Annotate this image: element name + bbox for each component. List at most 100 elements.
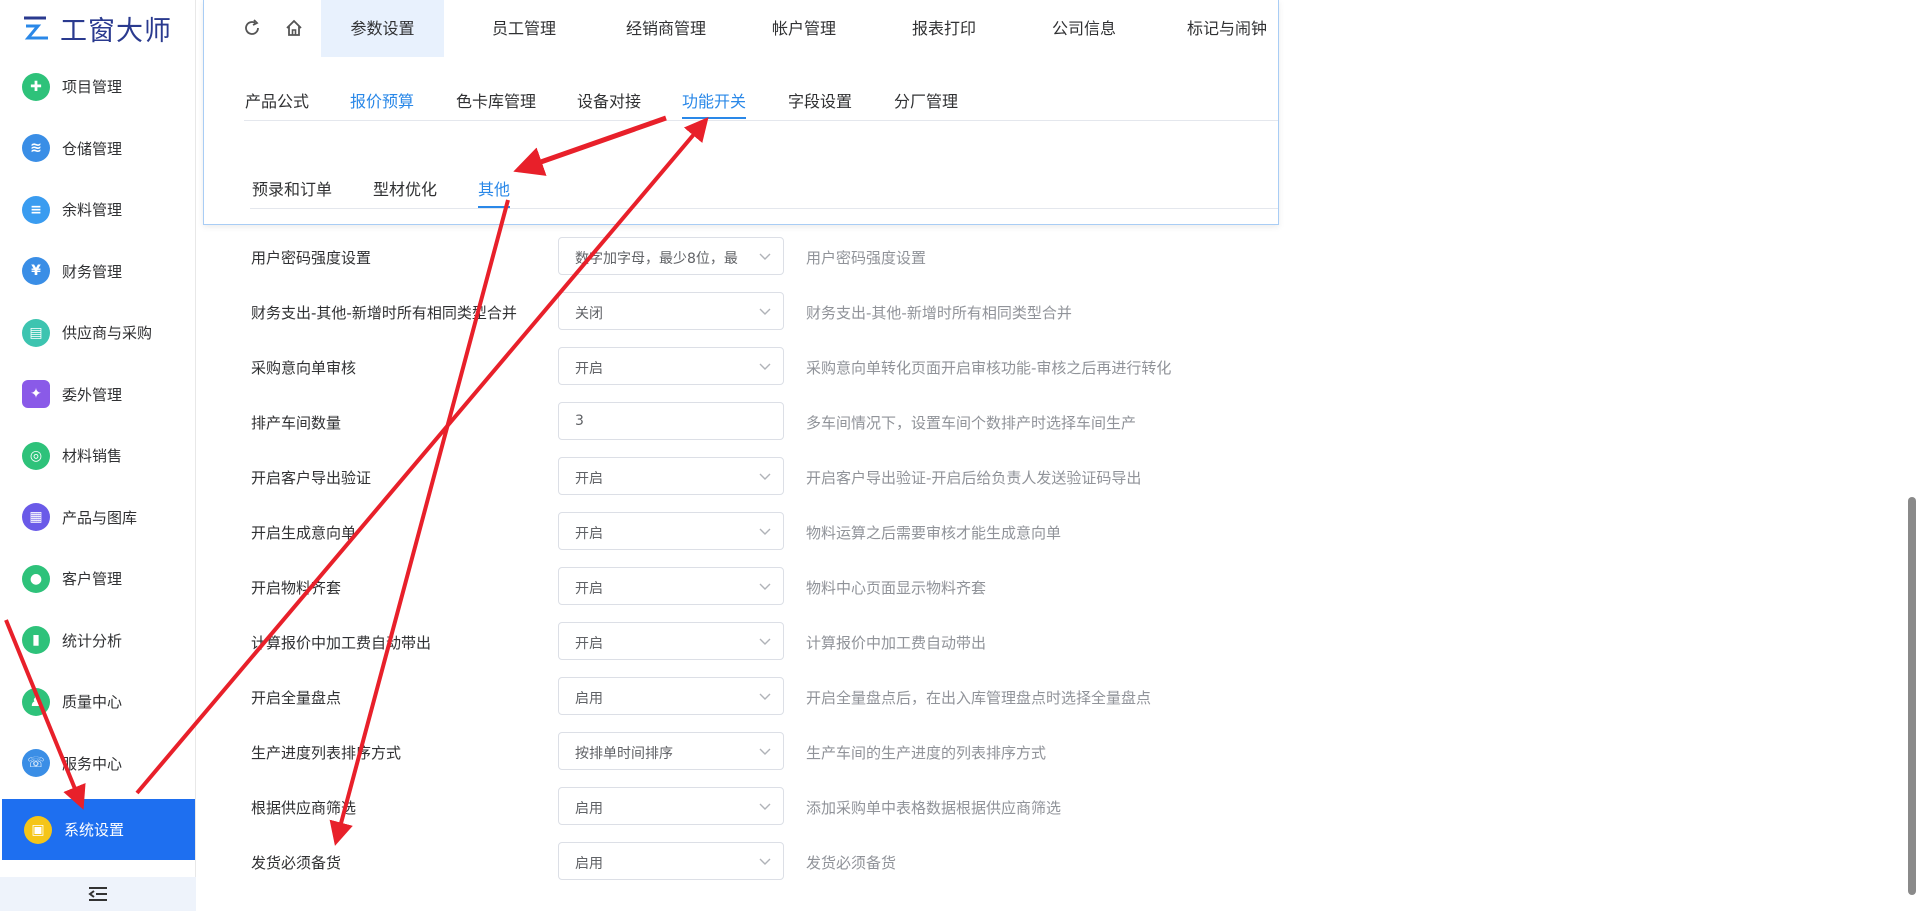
chevron-down-icon — [759, 253, 771, 260]
setting-description: 多车间情况下，设置车间个数排产时选择车间生产 — [806, 414, 1137, 432]
subtab-device-connection[interactable]: 设备对接 — [577, 88, 641, 112]
setting-description: 物料中心页面显示物料齐套 — [806, 579, 987, 597]
setting-label: 用户密码强度设置 — [251, 249, 372, 267]
setting-description: 添加采购单中表格数据根据供应商筛选 — [806, 799, 1062, 817]
setting-select[interactable]: 开启 — [558, 347, 784, 385]
tab-marks-and-alarms[interactable]: 标记与闹钟 — [1172, 0, 1282, 57]
sidebar-item-label: 仓储管理 — [62, 139, 123, 158]
setting-label: 根据供应商筛选 — [251, 799, 357, 817]
setting-label: 计算报价中加工费自动带出 — [251, 634, 432, 652]
setting-label: 开启生成意向单 — [251, 524, 357, 542]
chevron-down-icon — [759, 858, 771, 865]
tertiary-tab-profile-optimization[interactable]: 型材优化 — [373, 176, 437, 200]
setting-label: 开启物料齐套 — [251, 579, 342, 597]
tab-report-printing[interactable]: 报表打印 — [889, 0, 999, 57]
setting-description: 物料运算之后需要审核才能生成意向单 — [806, 524, 1062, 542]
setting-description: 开启全量盘点后，在出入库管理盘点时选择全量盘点 — [806, 689, 1152, 707]
setting-select[interactable]: 开启 — [558, 622, 784, 660]
home-icon[interactable] — [284, 18, 304, 38]
tab-account-management[interactable]: 帐户管理 — [749, 0, 859, 57]
setting-row: 发货必须备货 启用 发货必须备货 — [0, 842, 1300, 882]
setting-select[interactable]: 数字加字母，最少8位，最 — [558, 237, 784, 275]
refresh-icon[interactable] — [242, 18, 262, 38]
tab-company-info[interactable]: 公司信息 — [1029, 0, 1139, 57]
sidebar-item-project[interactable]: ✚ 项目管理 — [0, 56, 196, 118]
setting-select[interactable]: 启用 — [558, 842, 784, 880]
setting-description: 采购意向单转化页面开启审核功能-审核之后再进行转化 — [806, 359, 1172, 377]
setting-select[interactable]: 启用 — [558, 787, 784, 825]
setting-select[interactable]: 开启 — [558, 567, 784, 605]
setting-select[interactable]: 关闭 — [558, 292, 784, 330]
subtab-color-card-library[interactable]: 色卡库管理 — [456, 88, 536, 112]
logo-text: 工窗大师 — [60, 15, 172, 47]
setting-row: 排产车间数量 3 多车间情况下，设置车间个数排产时选择车间生产 — [0, 402, 1300, 442]
setting-select[interactable]: 启用 — [558, 677, 784, 715]
setting-label: 财务支出-其他-新增时所有相同类型合并 — [251, 304, 517, 322]
tab-employee-management[interactable]: 员工管理 — [469, 0, 579, 57]
page-scrollbar[interactable] — [1905, 0, 1920, 911]
setting-value: 开启 — [575, 361, 603, 377]
setting-row: 开启物料齐套 开启 物料中心页面显示物料齐套 — [0, 567, 1300, 607]
tertiary-divider — [250, 208, 1278, 209]
setting-row: 根据供应商筛选 启用 添加采购单中表格数据根据供应商筛选 — [0, 787, 1300, 827]
setting-value: 开启 — [575, 581, 603, 597]
chevron-down-icon — [759, 363, 771, 370]
subtab-field-settings[interactable]: 字段设置 — [788, 88, 852, 112]
setting-label: 开启全量盘点 — [251, 689, 342, 707]
setting-value: 启用 — [575, 801, 603, 817]
sidebar-item-label: 项目管理 — [62, 78, 123, 97]
setting-value: 3 — [575, 413, 584, 429]
setting-row: 财务支出-其他-新增时所有相同类型合并 关闭 财务支出-其他-新增时所有相同类型… — [0, 292, 1300, 332]
sidebar: 工窗大师 ✚ 项目管理 ≋ 仓储管理 ≡ 余料管理 ¥ 财务管理 ▤ 供应商与采… — [0, 0, 196, 911]
sidebar-item-remnant[interactable]: ≡ 余料管理 — [0, 179, 196, 241]
subtab-product-formula[interactable]: 产品公式 — [245, 88, 309, 112]
subtab-active-indicator — [682, 117, 746, 119]
tertiary-tab-prerecord-orders[interactable]: 预录和订单 — [252, 176, 332, 200]
setting-row: 计算报价中加工费自动带出 开启 计算报价中加工费自动带出 — [0, 622, 1300, 662]
setting-row: 生产进度列表排序方式 按排单时间排序 生产车间的生产进度的列表排序方式 — [0, 732, 1300, 772]
setting-description: 发货必须备货 — [806, 854, 897, 872]
tab-dealer-management[interactable]: 经销商管理 — [606, 0, 726, 57]
subtab-feature-switches[interactable]: 功能开关 — [682, 88, 746, 112]
setting-label: 生产进度列表排序方式 — [251, 744, 402, 762]
chevron-down-icon — [759, 528, 771, 535]
subtab-quote-budget[interactable]: 报价预算 — [350, 88, 414, 112]
setting-select[interactable]: 按排单时间排序 — [558, 732, 784, 770]
chevron-down-icon — [759, 473, 771, 480]
collapse-sidebar-button[interactable] — [0, 877, 196, 911]
setting-value: 数字加字母，最少8位，最 — [575, 251, 738, 267]
setting-value: 开启 — [575, 471, 603, 487]
collapse-menu-icon — [88, 887, 107, 901]
tab-parameter-settings[interactable]: 参数设置 — [321, 0, 444, 57]
setting-value: 开启 — [575, 636, 603, 652]
setting-label: 排产车间数量 — [251, 414, 342, 432]
chevron-down-icon — [759, 638, 771, 645]
subtab-divider — [244, 120, 1278, 121]
chevron-down-icon — [759, 693, 771, 700]
setting-label: 发货必须备货 — [251, 854, 342, 872]
subtab-branch-factory[interactable]: 分厂管理 — [894, 88, 958, 112]
setting-description: 财务支出-其他-新增时所有相同类型合并 — [806, 304, 1072, 322]
chevron-down-icon — [759, 803, 771, 810]
project-icon: ✚ — [22, 72, 50, 101]
setting-number-input[interactable]: 3 — [558, 402, 784, 440]
setting-select[interactable]: 开启 — [558, 512, 784, 550]
setting-row: 采购意向单审核 开启 采购意向单转化页面开启审核功能-审核之后再进行转化 — [0, 347, 1300, 387]
scrollbar-thumb[interactable] — [1908, 497, 1916, 895]
setting-row: 开启全量盘点 启用 开启全量盘点后，在出入库管理盘点时选择全量盘点 — [0, 677, 1300, 717]
tertiary-tab-other[interactable]: 其他 — [478, 176, 510, 200]
setting-value: 关闭 — [575, 306, 603, 322]
logo-mark-icon — [24, 16, 48, 40]
sidebar-item-warehouse[interactable]: ≋ 仓储管理 — [0, 118, 196, 180]
setting-row: 开启生成意向单 开启 物料运算之后需要审核才能生成意向单 — [0, 512, 1300, 552]
setting-value: 启用 — [575, 691, 603, 707]
setting-description: 开启客户导出验证-开启后给负责人发送验证码导出 — [806, 469, 1142, 487]
setting-select[interactable]: 开启 — [558, 457, 784, 495]
sidebar-item-label: 余料管理 — [62, 201, 123, 220]
setting-row: 开启客户导出验证 开启 开启客户导出验证-开启后给负责人发送验证码导出 — [0, 457, 1300, 497]
document-icon: ≡ — [22, 195, 50, 224]
chevron-down-icon — [759, 583, 771, 590]
setting-description: 计算报价中加工费自动带出 — [806, 634, 987, 652]
app-logo: 工窗大师 — [20, 10, 172, 47]
setting-row: 用户密码强度设置 数字加字母，最少8位，最 用户密码强度设置 — [0, 237, 1300, 277]
